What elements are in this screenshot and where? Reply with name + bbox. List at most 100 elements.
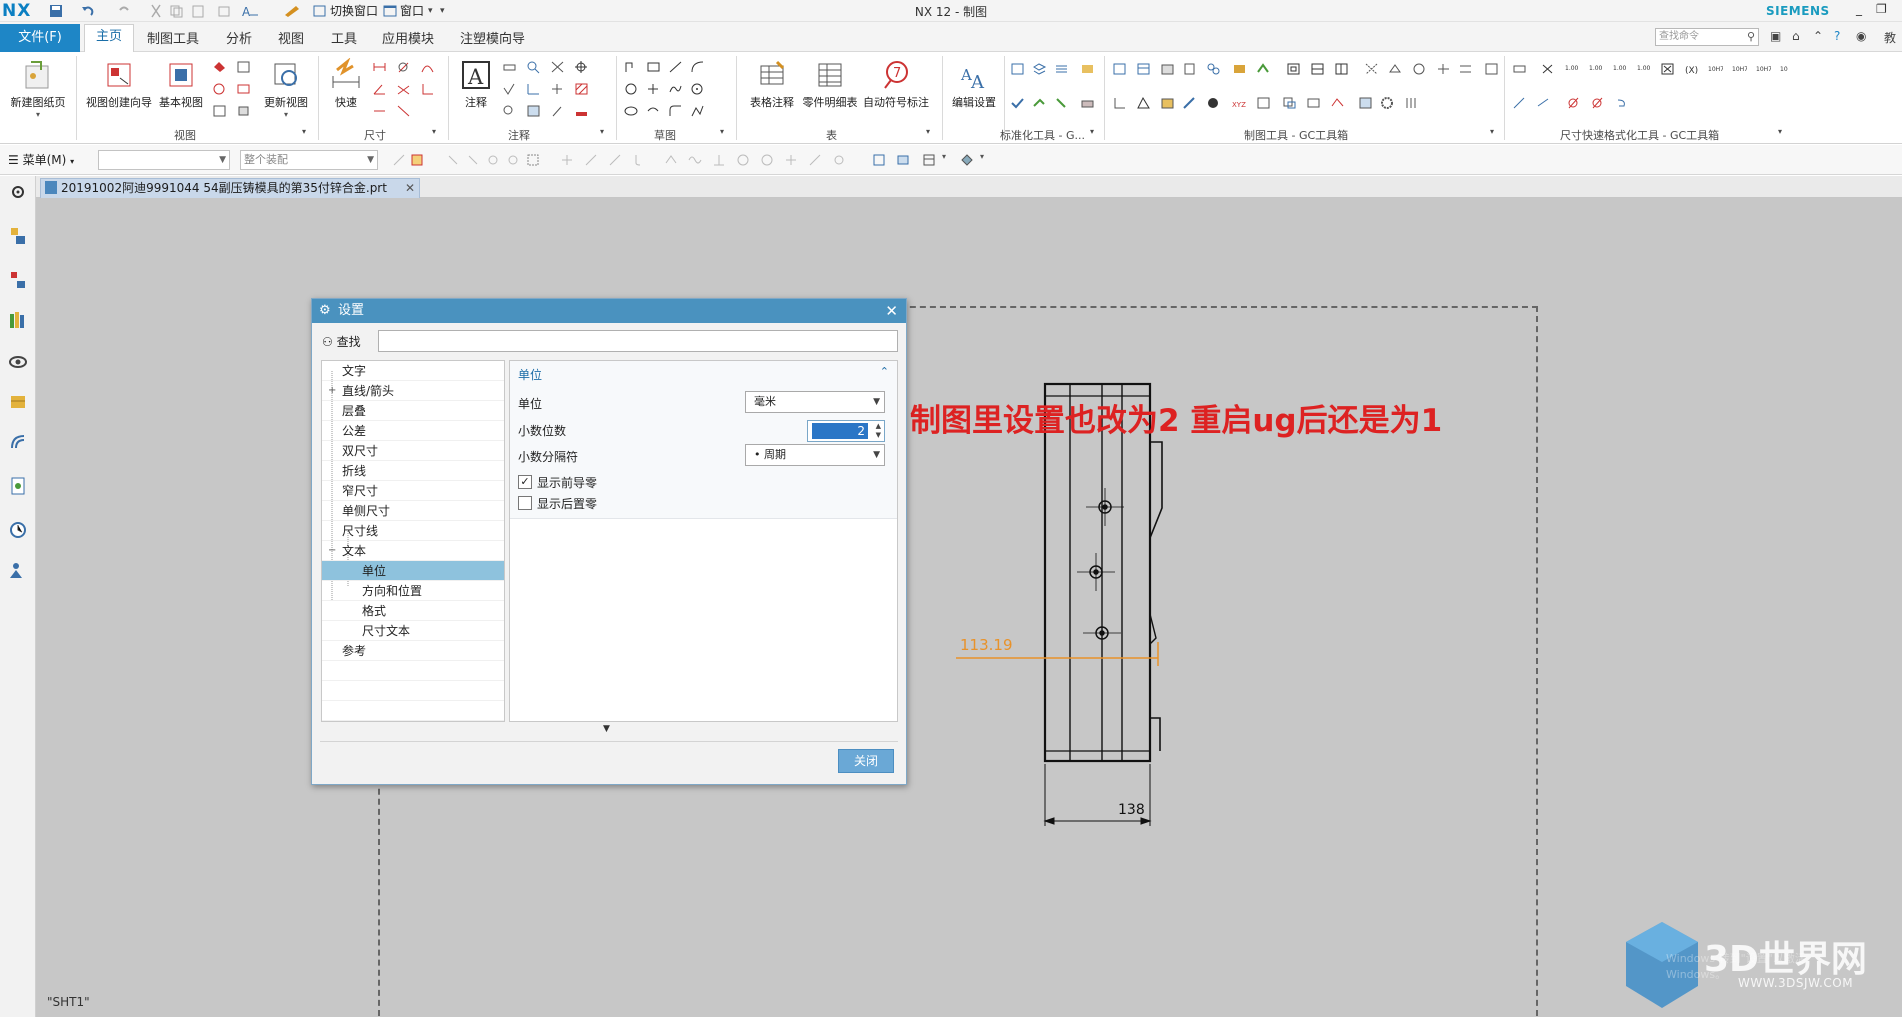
gc-drafting-tool-7-icon[interactable] xyxy=(1256,62,1271,76)
gc-gear-icon[interactable] xyxy=(1380,96,1395,110)
chevron-up-icon[interactable]: ⌃ xyxy=(880,365,889,378)
unit-select[interactable]: 毫米 ▼ xyxy=(745,391,885,413)
view-layout-dropdown-icon[interactable]: ▾ xyxy=(942,152,956,166)
show-trailing-zeros-checkbox[interactable] xyxy=(518,496,532,510)
symbol-icon[interactable] xyxy=(502,104,517,118)
detail-view-icon[interactable] xyxy=(212,82,227,96)
gc-format-paren-icon[interactable]: (X) xyxy=(1684,62,1699,76)
search-icon[interactable]: ⚲ xyxy=(1747,29,1755,45)
expand-plus-icon[interactable]: + xyxy=(328,381,336,401)
show-leading-zeros-checkbox[interactable]: ✓ xyxy=(518,475,532,489)
tab-tools[interactable]: 工具 xyxy=(331,28,357,47)
angular-dimension-icon[interactable] xyxy=(372,82,387,96)
standard-tools-expand-icon[interactable]: ▾ xyxy=(1090,127,1094,136)
sketch-rectangle-icon[interactable] xyxy=(646,60,661,74)
quick-dimension-button[interactable]: 快速 xyxy=(322,56,370,110)
select-add-icon[interactable] xyxy=(410,153,424,167)
gc-drafting-tool-22-icon[interactable] xyxy=(1256,96,1271,110)
radial-dimension-icon[interactable] xyxy=(396,60,411,74)
tree-item-single-sided-dimension[interactable]: 单侧尺寸 xyxy=(322,501,504,521)
gc-format-undo-icon[interactable] xyxy=(1614,96,1629,110)
roles-icon[interactable] xyxy=(8,560,28,580)
document-tab[interactable]: 20191002阿迪9991044 54副压铸模具的第35付锌合金.prt ✕ xyxy=(40,178,420,198)
gc-drafting-tool-10-icon[interactable] xyxy=(1334,62,1349,76)
decimal-places-value[interactable]: 2 xyxy=(812,423,868,439)
tutorial-icon[interactable]: ◉ xyxy=(1856,29,1866,43)
tree-item-stack[interactable]: 层叠 xyxy=(322,401,504,421)
sketch-profile-icon[interactable] xyxy=(624,60,639,74)
parts-list-button[interactable]: 零件明细表 xyxy=(800,56,860,110)
hd3d-tools-icon[interactable] xyxy=(8,352,28,372)
select-tool-3-icon[interactable] xyxy=(486,153,500,167)
sketch-circle-icon[interactable] xyxy=(624,82,639,96)
gc-export-icon[interactable] xyxy=(1032,96,1047,110)
tree-item-dual-dimension[interactable]: 双尺寸 xyxy=(322,441,504,461)
close-button[interactable]: 关闭 xyxy=(838,749,894,773)
system-materials-icon[interactable] xyxy=(8,432,28,452)
view-boundary-icon[interactable] xyxy=(212,104,227,118)
gc-format-fit-2-icon[interactable]: 10H7 xyxy=(1732,62,1747,76)
gc-drafting-tool-14-icon[interactable] xyxy=(1436,62,1451,76)
edit-settings-button[interactable]: AA 编辑设置 xyxy=(946,56,1002,110)
gc-format-tol-2-icon[interactable]: 1.00 xyxy=(1588,62,1603,76)
gc-drafting-tool-12-icon[interactable] xyxy=(1388,62,1403,76)
snap-intersect-icon[interactable] xyxy=(632,153,646,167)
gc-format-tool-1-icon[interactable] xyxy=(1512,62,1527,76)
help-icon[interactable]: ? xyxy=(1834,29,1840,43)
tree-item-line-arrow[interactable]: + 直线/箭头 xyxy=(322,381,504,401)
break-view-icon[interactable] xyxy=(236,82,251,96)
web-browser-icon[interactable] xyxy=(8,476,28,496)
gc-drafting-tool-9-icon[interactable] xyxy=(1310,62,1325,76)
tab-view[interactable]: 视图 xyxy=(278,28,304,47)
tab-mold-wizard[interactable]: 注塑模向导 xyxy=(460,28,525,47)
part-navigator-icon[interactable] xyxy=(8,226,28,246)
sketch-point-icon[interactable] xyxy=(646,82,661,96)
gc-drafting-tool-23-icon[interactable] xyxy=(1282,96,1297,110)
auto-balloon-button[interactable]: 7 自动符号标注 xyxy=(860,56,932,110)
view-wizard-button[interactable]: 视图创建向导 xyxy=(80,56,158,110)
restore-icon[interactable]: ❐ xyxy=(1876,2,1887,16)
note-button[interactable]: A 注释 xyxy=(454,56,498,110)
update-view-button[interactable]: 更新视图 ▾ xyxy=(256,56,316,119)
file-menu[interactable]: 文件(F) xyxy=(0,24,80,52)
tree-item-tolerance[interactable]: 公差 xyxy=(322,421,504,441)
center-mark-icon[interactable] xyxy=(574,60,589,74)
gc-check-icon[interactable] xyxy=(1010,96,1025,110)
sketch-mirror-icon[interactable] xyxy=(690,104,705,118)
find-input[interactable] xyxy=(378,330,898,352)
tree-item-reference[interactable]: 参考 xyxy=(322,641,504,661)
more-options-icon[interactable]: ▼ xyxy=(603,724,610,734)
view-layout-icon[interactable] xyxy=(922,153,936,167)
image-icon[interactable] xyxy=(526,104,541,118)
gc-format-tol-1-icon[interactable]: 1.00 xyxy=(1564,62,1579,76)
datum-target-icon[interactable] xyxy=(550,60,565,74)
collapse-ribbon-icon[interactable]: ⌃ xyxy=(1813,29,1823,43)
gc-print-icon[interactable] xyxy=(1080,96,1095,110)
sketch-ellipse-icon[interactable] xyxy=(624,104,639,118)
ribbon-options-icon[interactable]: ⌂ xyxy=(1792,29,1800,43)
snap-center-icon[interactable] xyxy=(736,153,750,167)
gc-drafting-tool-11-icon[interactable] xyxy=(1364,62,1379,76)
gc-drafting-tool-19-icon[interactable] xyxy=(1160,96,1175,110)
gc-drafting-tool-26-icon[interactable] xyxy=(1358,96,1373,110)
gc-drafting-tool-20-icon[interactable] xyxy=(1182,96,1197,110)
gc-xyz-icon[interactable]: XYZ xyxy=(1232,96,1247,110)
decimal-places-spinner[interactable]: 2 ▲ ▼ xyxy=(807,420,885,442)
tree-item-format[interactable]: 格式 xyxy=(322,601,504,621)
target-point-icon[interactable] xyxy=(550,82,565,96)
sketch-studio-spline-icon[interactable] xyxy=(668,82,683,96)
assembly-navigator-icon[interactable] xyxy=(8,270,28,290)
render-style-dropdown-icon[interactable]: ▾ xyxy=(980,152,994,166)
hatch-icon[interactable] xyxy=(574,82,589,96)
snap-wave-icon[interactable] xyxy=(688,153,702,167)
tree-item-text-style[interactable]: 文字 xyxy=(322,361,504,381)
view-group-expand-icon[interactable]: ▾ xyxy=(302,127,306,136)
gc-drafting-tools-expand-icon[interactable]: ▾ xyxy=(1490,127,1494,136)
units-section-title[interactable]: 单位 xyxy=(518,366,542,383)
chamfer-dimension-icon[interactable] xyxy=(396,82,411,96)
gc-drafting-tool-25-icon[interactable] xyxy=(1330,96,1345,110)
gc-format-box-icon[interactable] xyxy=(1660,62,1675,76)
sketch-group-expand-icon[interactable]: ▾ xyxy=(720,127,724,136)
menu-button[interactable]: ☰ 菜单(M) ▾ xyxy=(8,151,74,168)
datum-feature-icon[interactable] xyxy=(526,60,541,74)
